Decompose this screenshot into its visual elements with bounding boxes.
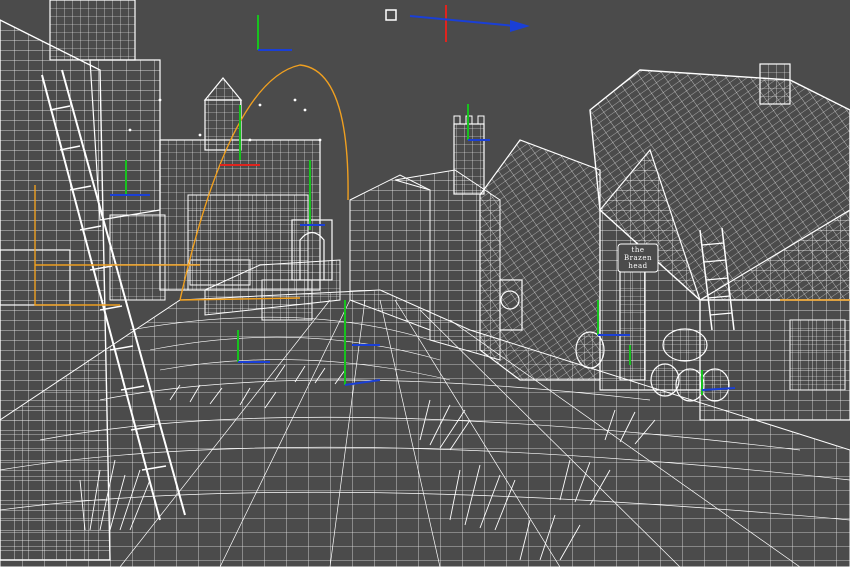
sign-line-1: the (632, 246, 645, 254)
tavern-building[interactable]: the Brazen head (589, 63, 850, 421)
x-axis-arrowhead-icon[interactable] (510, 20, 530, 32)
3d-viewport[interactable]: the Brazen head (0, 0, 850, 567)
sign-line-2: Brazen (624, 254, 652, 262)
wireframe-scene[interactable]: the Brazen head (0, 0, 850, 567)
gizmo-handle-icon[interactable] (385, 9, 397, 21)
sign-line-3: head (628, 262, 647, 270)
tavern-sign: the Brazen head (617, 243, 659, 273)
